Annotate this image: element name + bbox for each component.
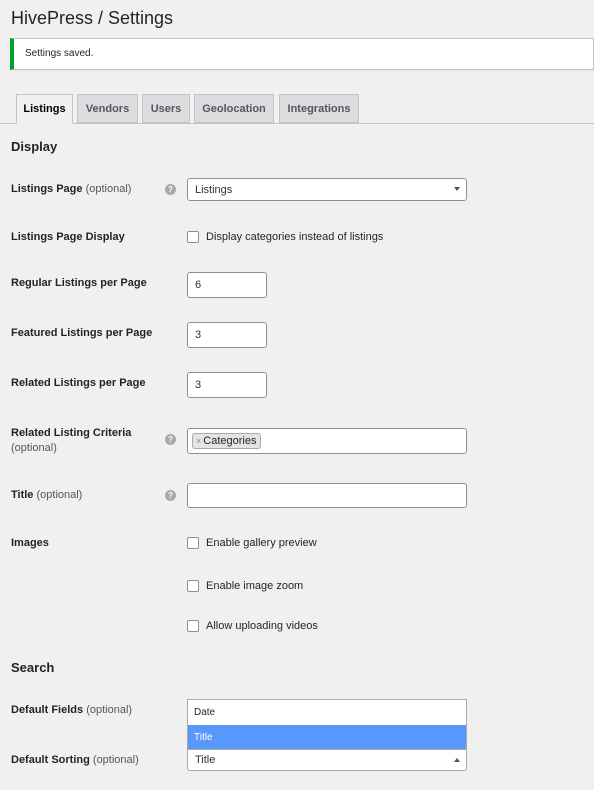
images-label: Images (11, 537, 49, 549)
regular-per-page-input[interactable]: 6 (187, 272, 267, 298)
notice-text: Settings saved. (25, 48, 94, 59)
default-fields-label: Default Fields (optional) (11, 704, 133, 716)
related-per-page-label: Related Listings per Page (11, 377, 146, 389)
help-icon[interactable]: ? (165, 490, 176, 501)
title-label: Title (optional) (11, 489, 83, 501)
tab-users[interactable]: Users (142, 94, 190, 123)
default-sorting-label: Default Sorting (optional) (11, 754, 139, 766)
tab-integrations[interactable]: Integrations (279, 94, 359, 123)
chevron-up-icon (454, 758, 460, 762)
sorting-dropdown-list: Date Title (187, 699, 467, 750)
section-title-display: Display (11, 139, 58, 154)
regular-per-page-label: Regular Listings per Page (11, 277, 147, 289)
upload-videos-checkbox[interactable] (187, 620, 199, 632)
featured-per-page-label: Featured Listings per Page (11, 327, 153, 339)
related-criteria-label: Related Listing Criteria (optional) (11, 427, 132, 454)
listings-page-display-label: Listings Page Display (11, 231, 125, 243)
tab-listings[interactable]: Listings (16, 94, 73, 124)
page-title: HivePress / Settings (11, 8, 174, 28)
related-criteria-multiselect[interactable]: × Categories (187, 428, 467, 454)
display-categories-label[interactable]: Display categories instead of listings (206, 231, 383, 243)
listings-page-select[interactable]: Listings (187, 178, 467, 201)
image-zoom-label[interactable]: Enable image zoom (206, 580, 303, 592)
dropdown-option-date[interactable]: Date (188, 700, 466, 725)
selected-tag: × Categories (192, 433, 262, 449)
image-zoom-checkbox[interactable] (187, 580, 199, 592)
default-sorting-select[interactable]: Title (187, 749, 467, 771)
section-title-search: Search (11, 660, 55, 675)
dropdown-option-title[interactable]: Title (188, 725, 466, 750)
tab-vendors[interactable]: Vendors (77, 94, 138, 123)
listings-page-label: Listings Page (optional) (11, 183, 132, 195)
display-categories-checkbox[interactable] (187, 231, 199, 243)
settings-tabs: Listings Vendors Users Geolocation Integ… (0, 94, 594, 124)
title-input[interactable] (187, 483, 467, 508)
featured-per-page-input[interactable]: 3 (187, 322, 267, 348)
tab-geolocation[interactable]: Geolocation (194, 94, 274, 123)
related-per-page-input[interactable]: 3 (187, 372, 267, 398)
remove-tag-icon[interactable]: × (196, 436, 201, 446)
gallery-preview-label[interactable]: Enable gallery preview (206, 537, 317, 549)
help-icon[interactable]: ? (165, 184, 176, 195)
upload-videos-label[interactable]: Allow uploading videos (206, 620, 318, 632)
settings-saved-notice: Settings saved. (10, 38, 594, 70)
help-icon[interactable]: ? (165, 434, 176, 445)
chevron-down-icon (454, 187, 460, 191)
gallery-preview-checkbox[interactable] (187, 537, 199, 549)
